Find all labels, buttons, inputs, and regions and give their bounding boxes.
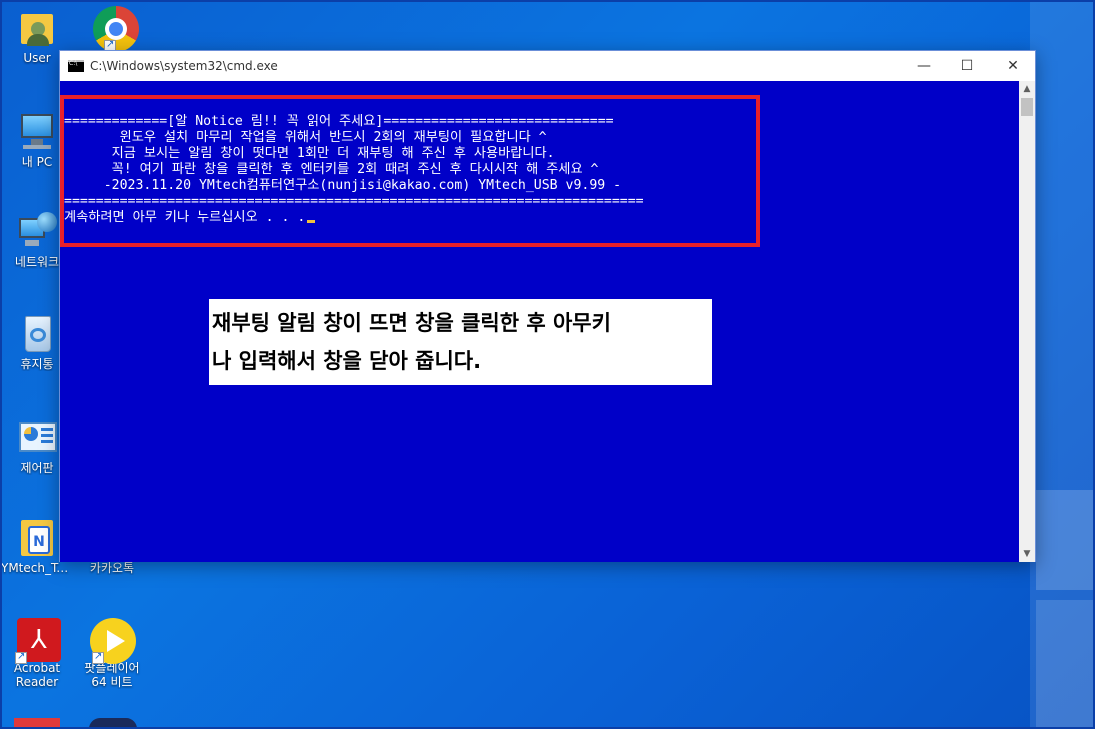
cmd-icon — [68, 60, 84, 72]
desktop-icon-acrobat[interactable]: ⅄ Acrobat Reader — [1, 618, 73, 689]
note-line: 재부팅 알림 창이 뜨면 창을 클릭한 후 아무키 — [212, 311, 611, 335]
shortcut-arrow-icon — [15, 650, 27, 664]
window-title: C:\Windows\system32\cmd.exe — [90, 59, 278, 73]
highlight-box — [60, 95, 760, 247]
close-button[interactable]: ✕ — [990, 51, 1036, 81]
potplayer-icon — [90, 618, 136, 664]
network-icon — [17, 212, 57, 252]
desktop-icon-chrome[interactable] — [76, 6, 148, 52]
vertical-scrollbar[interactable]: ▲ ▼ — [1019, 81, 1035, 562]
recycle-bin-icon — [17, 314, 57, 354]
scroll-up-icon[interactable]: ▲ — [1019, 81, 1035, 97]
wallpaper-beam — [1036, 600, 1095, 729]
ymtech-folder-icon: N — [17, 518, 57, 558]
desktop-icon-label: Acrobat Reader — [13, 661, 61, 689]
acrobat-icon: ⅄ — [15, 618, 61, 664]
desktop-icon-label: 팟플레이어 64 비트 — [84, 661, 140, 689]
scroll-thumb[interactable] — [1021, 98, 1033, 116]
partial-icon-red — [14, 718, 60, 729]
computer-icon — [17, 112, 57, 152]
scroll-down-icon[interactable]: ▼ — [1019, 546, 1035, 562]
desktop-icon-label: YMtech_To... — [1, 561, 73, 575]
chrome-icon — [92, 6, 139, 52]
user-folder-icon — [17, 8, 57, 48]
partial-icon-navy — [89, 718, 137, 729]
title-bar[interactable]: C:\Windows\system32\cmd.exe — ☐ ✕ — [60, 51, 1035, 81]
control-panel-icon — [17, 418, 57, 458]
instruction-note: 재부팅 알림 창이 뜨면 창을 클릭한 후 아무키 나 입력해서 창을 닫아 줍… — [209, 299, 712, 385]
wallpaper-beam — [1036, 490, 1095, 590]
desktop-icon-label: 카카오톡 — [89, 561, 135, 575]
note-line: 나 입력해서 창을 닫아 줍니다. — [212, 349, 482, 373]
minimize-button[interactable]: — — [901, 51, 947, 81]
shortcut-arrow-icon — [92, 650, 104, 664]
maximize-button[interactable]: ☐ — [944, 51, 990, 81]
desktop-icon-potplayer[interactable]: 팟플레이어 64 비트 — [76, 618, 148, 689]
